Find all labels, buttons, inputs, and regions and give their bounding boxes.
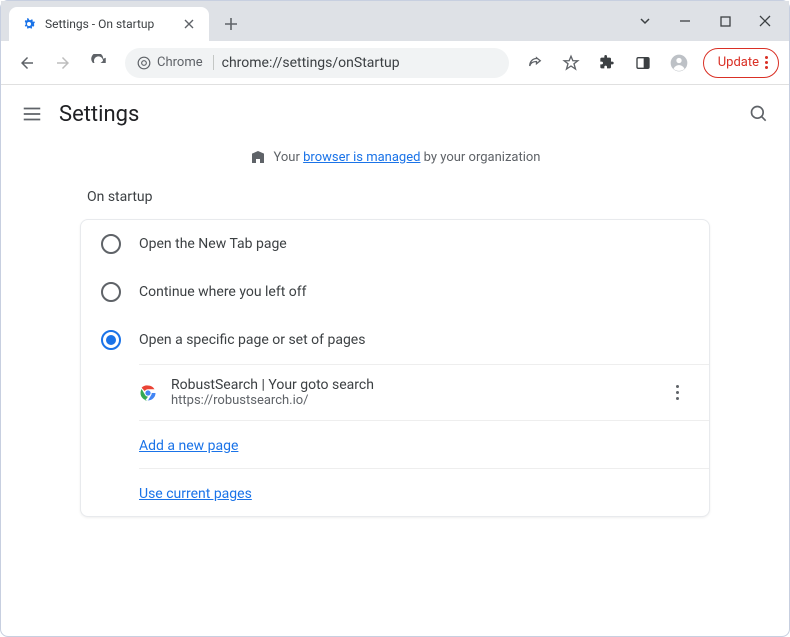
update-button[interactable]: Update: [703, 48, 779, 78]
option-new-tab[interactable]: Open the New Tab page: [81, 220, 709, 268]
option-continue[interactable]: Continue where you left off: [81, 268, 709, 316]
share-icon[interactable]: [519, 47, 551, 79]
settings-header: Settings: [1, 85, 789, 143]
browser-toolbar: Chrome chrome://settings/onStartup Updat…: [1, 41, 789, 85]
option-label: Open the New Tab page: [139, 236, 287, 252]
add-page-link[interactable]: Add a new page: [139, 438, 238, 454]
new-tab-button[interactable]: [217, 10, 245, 38]
browser-tab[interactable]: Settings - On startup: [9, 7, 209, 41]
more-actions-button[interactable]: [665, 381, 689, 405]
sidepanel-icon[interactable]: [627, 47, 659, 79]
managed-notice: Your browser is managed by your organiza…: [21, 143, 769, 181]
page-url-text: https://robustsearch.io/: [171, 393, 651, 408]
menu-icon[interactable]: [21, 103, 45, 125]
omnibox-prefix-text: Chrome: [157, 55, 203, 70]
close-window-button[interactable]: [745, 6, 785, 36]
close-tab-icon[interactable]: [181, 16, 197, 32]
back-button[interactable]: [11, 47, 43, 79]
startup-card: Open the New Tab page Continue where you…: [80, 219, 710, 517]
titlebar: Settings - On startup: [1, 1, 789, 41]
bookmark-icon[interactable]: [555, 47, 587, 79]
more-menu-icon: [765, 56, 768, 69]
managed-text-after: by your organization: [420, 150, 540, 165]
forward-button[interactable]: [47, 47, 79, 79]
managed-text-before: Your: [274, 150, 304, 165]
extensions-icon[interactable]: [591, 47, 623, 79]
omnibox[interactable]: Chrome chrome://settings/onStartup: [125, 48, 509, 78]
startup-page-row: RobustSearch | Your goto search https://…: [139, 365, 709, 420]
minimize-button[interactable]: [665, 6, 705, 36]
settings-icon: [21, 16, 37, 32]
radio-icon: [101, 234, 121, 254]
option-label: Open a specific page or set of pages: [139, 332, 365, 348]
page-title: Settings: [59, 102, 139, 127]
chrome-icon: [137, 56, 151, 70]
option-specific-pages[interactable]: Open a specific page or set of pages: [81, 316, 709, 364]
radio-icon: [101, 282, 121, 302]
page-title-text: RobustSearch | Your goto search: [171, 377, 651, 393]
managed-link[interactable]: browser is managed: [303, 150, 420, 165]
add-page-row: Add a new page: [139, 420, 709, 468]
use-current-row: Use current pages: [139, 468, 709, 516]
reload-button[interactable]: [83, 47, 115, 79]
building-icon: [250, 149, 266, 165]
tab-title: Settings - On startup: [45, 17, 173, 31]
startup-pages-section: RobustSearch | Your goto search https://…: [139, 364, 709, 516]
radio-icon-selected: [101, 330, 121, 350]
update-button-label: Update: [718, 55, 759, 70]
site-favicon: [139, 384, 157, 402]
omnibox-url: chrome://settings/onStartup: [222, 55, 400, 71]
use-current-link[interactable]: Use current pages: [139, 486, 252, 502]
search-icon[interactable]: [749, 104, 769, 124]
profile-icon[interactable]: [663, 47, 695, 79]
omnibox-prefix: Chrome: [137, 55, 214, 70]
section-title: On startup: [21, 181, 769, 219]
page-text: RobustSearch | Your goto search https://…: [171, 377, 651, 408]
option-label: Continue where you left off: [139, 284, 307, 300]
caret-down-icon[interactable]: [625, 6, 665, 36]
content-area: Your browser is managed by your organiza…: [1, 143, 789, 517]
maximize-button[interactable]: [705, 6, 745, 36]
window-controls: [625, 1, 789, 41]
